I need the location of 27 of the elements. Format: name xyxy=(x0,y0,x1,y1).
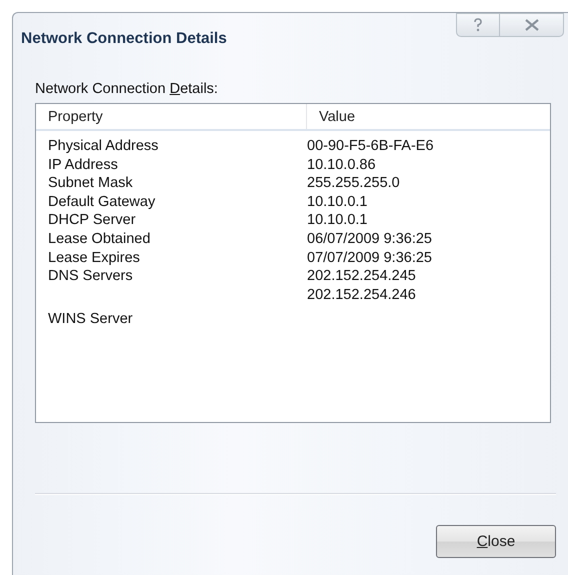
value-cell: 00-90-F5-6B-FA-E6 xyxy=(307,137,434,156)
window-title: Network Connection Details xyxy=(21,30,227,48)
value-cell: 10.10.0.1 xyxy=(307,192,368,212)
column-header[interactable]: Property xyxy=(36,104,307,129)
property-cell-text: Lease Expires xyxy=(47,248,141,268)
value-cell: 202.152.254.245 xyxy=(307,267,416,286)
close-icon xyxy=(524,19,538,31)
property-cell-text: Default Gateway xyxy=(47,192,156,212)
property-cell-text: DHCP Server xyxy=(47,211,137,230)
value-cell: 07/07/2009 9:36:25 xyxy=(307,248,432,268)
help-button[interactable] xyxy=(456,13,500,37)
close-button[interactable] xyxy=(500,13,564,37)
property-cell-text: Physical Address xyxy=(47,137,160,156)
property-cell-text: Lease Obtained xyxy=(47,230,152,249)
list-label: Network Connection Details: xyxy=(35,81,219,97)
help-icon xyxy=(473,18,483,32)
property-cell-text: Subnet Mask xyxy=(47,174,134,193)
value-cell: 06/07/2009 9:36:25 xyxy=(307,230,432,249)
value-cell: 255.255.255.0 xyxy=(307,174,400,193)
value-cell: 202.152.254.246 xyxy=(307,286,416,304)
property-cell-text: IP Address xyxy=(47,156,119,174)
close-button[interactable]: Close xyxy=(436,525,556,558)
property-cell-text: DNS Servers xyxy=(47,267,134,286)
property-cell-text: WINS Server xyxy=(47,310,134,329)
value-cell: 10.10.0.1 xyxy=(307,211,368,230)
column-header[interactable]: Value xyxy=(307,104,550,129)
value-cell: 10.10.0.86 xyxy=(307,156,376,174)
